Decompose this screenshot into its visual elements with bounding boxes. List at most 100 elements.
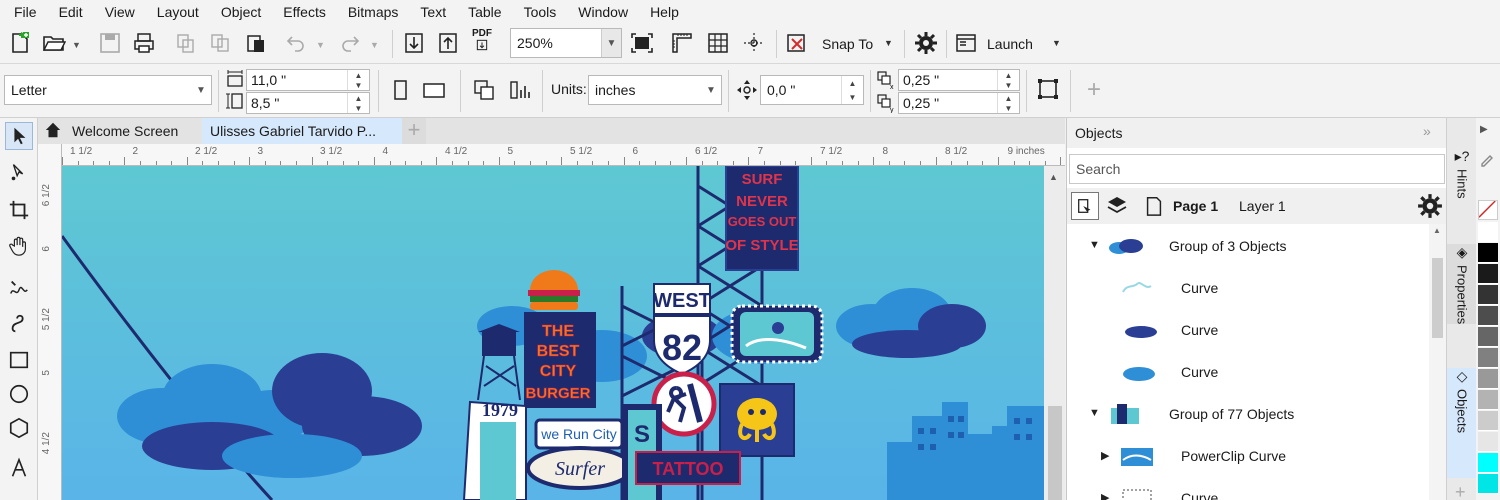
canvas-vertical-scrollbar[interactable]: ▲: [1044, 166, 1065, 500]
menu-file[interactable]: File: [6, 4, 51, 20]
spin-down-icon[interactable]: ▼: [347, 103, 369, 113]
menu-table[interactable]: Table: [460, 4, 515, 20]
chevron-down-icon[interactable]: ▼: [1089, 407, 1100, 419]
polygon-tool-icon[interactable]: [5, 414, 33, 442]
treat-as-filled-icon[interactable]: [1034, 75, 1062, 103]
undo-icon[interactable]: [282, 29, 310, 57]
pick-tool-icon[interactable]: [5, 122, 33, 150]
chevron-down-icon[interactable]: ▼: [1052, 38, 1061, 48]
chevron-down-icon[interactable]: ▼: [316, 40, 325, 50]
pan-tool-icon[interactable]: [5, 232, 33, 260]
spin-down-icon[interactable]: ▼: [997, 80, 1019, 90]
spin-up-icon[interactable]: ▲: [841, 76, 863, 90]
tab-welcome-screen[interactable]: Welcome Screen: [38, 118, 202, 144]
page-icon[interactable]: [1143, 194, 1165, 221]
landscape-icon[interactable]: [420, 76, 448, 104]
chevron-down-icon[interactable]: ▼: [72, 40, 81, 50]
layer-name[interactable]: Layer 1: [1239, 198, 1286, 214]
scrollbar-thumb[interactable]: [1432, 258, 1443, 338]
tab-document[interactable]: Ulisses Gabriel Tarvido P...: [202, 118, 402, 144]
color-swatch[interactable]: [1478, 243, 1498, 263]
shape-tool-icon[interactable]: [5, 158, 33, 186]
menu-help[interactable]: Help: [642, 4, 693, 20]
menu-view[interactable]: View: [97, 4, 149, 20]
tree-item-curve[interactable]: ▶ Curve: [1067, 478, 1429, 500]
color-swatch[interactable]: [1478, 264, 1498, 284]
import-icon[interactable]: [400, 29, 428, 57]
tree-item-curve[interactable]: Curve: [1067, 268, 1429, 308]
spin-up-icon[interactable]: ▲: [997, 70, 1019, 80]
grid-icon[interactable]: [704, 29, 732, 57]
color-swatch[interactable]: [1478, 222, 1498, 242]
new-document-icon[interactable]: [6, 29, 34, 57]
color-swatch[interactable]: [1478, 453, 1498, 473]
chevron-down-icon[interactable]: ▼: [884, 38, 893, 48]
tree-item-powerclip[interactable]: ▶ PowerClip Curve: [1067, 436, 1429, 476]
spin-up-icon[interactable]: ▲: [347, 70, 369, 80]
print-icon[interactable]: [130, 29, 158, 57]
cut-icon[interactable]: [172, 29, 200, 57]
horizontal-ruler[interactable]: 1 1/2 2 2 1/2 3 3 1/2 4 4 1/2 5 5 1/2 6 6 1/2 7 7 1/…: [62, 144, 1065, 166]
tree-item-group-77[interactable]: ▼ Group of 77 Objects: [1067, 394, 1429, 434]
vertical-ruler[interactable]: 6 1/2 6 5 1/2 5 4 1/2: [38, 144, 62, 500]
tree-item-group-3[interactable]: ▼ Group of 3 Objects: [1067, 226, 1429, 266]
menu-bitmaps[interactable]: Bitmaps: [340, 4, 413, 20]
spin-down-icon[interactable]: ▼: [347, 80, 369, 90]
add-toolbar-icon[interactable]: +: [1087, 76, 1101, 104]
zoom-to-page-icon[interactable]: [628, 29, 656, 57]
scrollbar-thumb[interactable]: [1048, 406, 1062, 500]
scroll-up-icon[interactable]: ▲: [1049, 172, 1058, 182]
spin-down-icon[interactable]: ▼: [997, 103, 1019, 113]
chevron-right-icon[interactable]: ▶: [1101, 449, 1109, 462]
page-size-select[interactable]: Letter ▼: [4, 75, 212, 105]
text-tool-icon[interactable]: [5, 454, 33, 482]
zoom-level-combo[interactable]: 250% ▼: [510, 28, 622, 58]
objects-panel-scrollbar[interactable]: ▲: [1429, 224, 1446, 500]
guidelines-icon[interactable]: [740, 29, 768, 57]
menu-edit[interactable]: Edit: [51, 4, 97, 20]
ellipse-tool-icon[interactable]: [5, 380, 33, 408]
color-swatch[interactable]: [1478, 432, 1498, 452]
freehand-tool-icon[interactable]: [5, 274, 33, 302]
export-pdf-icon[interactable]: PDF: [468, 28, 496, 56]
spin-up-icon[interactable]: ▲: [997, 93, 1019, 103]
portrait-icon[interactable]: [386, 76, 414, 104]
snap-off-icon[interactable]: [782, 29, 810, 57]
duplicate-y-field[interactable]: 0,25 " ▲ ▼: [898, 92, 1020, 114]
color-swatch[interactable]: [1478, 348, 1498, 368]
menu-text[interactable]: Text: [412, 4, 460, 20]
expand-panel-icon[interactable]: »: [1423, 123, 1431, 139]
spin-down-icon[interactable]: ▼: [841, 90, 863, 104]
color-swatch[interactable]: [1478, 327, 1498, 347]
launch-button[interactable]: Launch: [987, 36, 1033, 52]
nudge-distance-field[interactable]: 0,0 " ▲ ▼: [760, 75, 864, 105]
copy-icon[interactable]: [206, 29, 234, 57]
menu-tools[interactable]: Tools: [516, 4, 571, 20]
save-icon[interactable]: [96, 29, 124, 57]
page-name[interactable]: Page 1: [1173, 198, 1218, 214]
objects-search-input[interactable]: Search: [1069, 154, 1445, 184]
all-pages-icon[interactable]: [470, 76, 498, 104]
paste-icon[interactable]: [242, 29, 270, 57]
crop-tool-icon[interactable]: [5, 196, 33, 224]
color-swatch[interactable]: [1478, 390, 1498, 410]
open-folder-icon[interactable]: [40, 29, 68, 57]
tab-objects[interactable]: ◇ Objects: [1447, 368, 1477, 478]
options-gear-icon[interactable]: [912, 29, 940, 57]
color-swatch[interactable]: [1478, 285, 1498, 305]
tree-item-curve[interactable]: Curve: [1067, 352, 1429, 392]
spin-up-icon[interactable]: ▲: [347, 93, 369, 103]
color-swatch[interactable]: [1478, 411, 1498, 431]
add-tab-icon[interactable]: +: [402, 118, 426, 144]
page-height-field[interactable]: 8,5 " ▲ ▼: [246, 92, 370, 114]
tab-properties[interactable]: ◈ Properties: [1447, 244, 1477, 325]
color-swatch[interactable]: [1478, 474, 1498, 494]
color-swatch[interactable]: [1478, 306, 1498, 326]
add-docker-icon[interactable]: +: [1455, 482, 1466, 500]
current-page-icon[interactable]: [506, 76, 534, 104]
rectangle-tool-icon[interactable]: [5, 346, 33, 374]
menu-effects[interactable]: Effects: [275, 4, 340, 20]
launch-icon[interactable]: [952, 29, 980, 57]
chevron-down-icon[interactable]: ▼: [1089, 239, 1100, 251]
chevron-down-icon[interactable]: ▼: [601, 29, 621, 57]
